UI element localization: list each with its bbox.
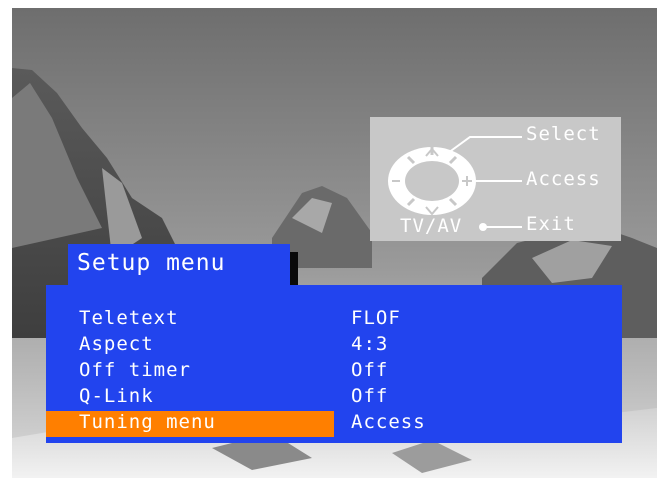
menu-item-q-link[interactable]: Q-Link Off bbox=[46, 385, 622, 411]
menu-item-label: Off timer bbox=[79, 359, 191, 381]
tvav-label: TV/AV bbox=[400, 215, 463, 237]
menu-item-label: Tuning menu bbox=[79, 411, 216, 433]
select-label: Select bbox=[526, 123, 601, 145]
menu-item-value: Off bbox=[351, 385, 389, 407]
exit-label: Exit bbox=[526, 213, 576, 235]
remote-legend: Select Access Exit TV/AV bbox=[370, 117, 621, 241]
menu-item-value: FLOF bbox=[351, 307, 401, 329]
menu-item-label: Q-Link bbox=[79, 385, 154, 407]
menu-item-label: Teletext bbox=[79, 307, 179, 329]
menu-title: Setup menu bbox=[77, 250, 226, 276]
tv-screen: Select Access Exit TV/AV Setup menu Tele… bbox=[12, 8, 657, 478]
setup-menu-panel: Teletext FLOF Aspect 4:3 Off timer Off Q… bbox=[46, 285, 622, 443]
menu-item-aspect[interactable]: Aspect 4:3 bbox=[46, 333, 622, 359]
menu-item-tuning-menu[interactable]: Tuning menu Access bbox=[46, 411, 622, 437]
menu-item-off-timer[interactable]: Off timer Off bbox=[46, 359, 622, 385]
nav-center bbox=[405, 161, 459, 201]
select-leader-line bbox=[447, 136, 522, 154]
menu-item-teletext[interactable]: Teletext FLOF bbox=[46, 307, 622, 333]
menu-title-tab: Setup menu bbox=[68, 244, 290, 286]
access-label: Access bbox=[526, 168, 601, 190]
menu-item-label: Aspect bbox=[79, 333, 154, 355]
menu-item-value: Access bbox=[351, 411, 426, 433]
menu-item-value: Off bbox=[351, 359, 389, 381]
menu-item-value: 4:3 bbox=[351, 333, 389, 355]
